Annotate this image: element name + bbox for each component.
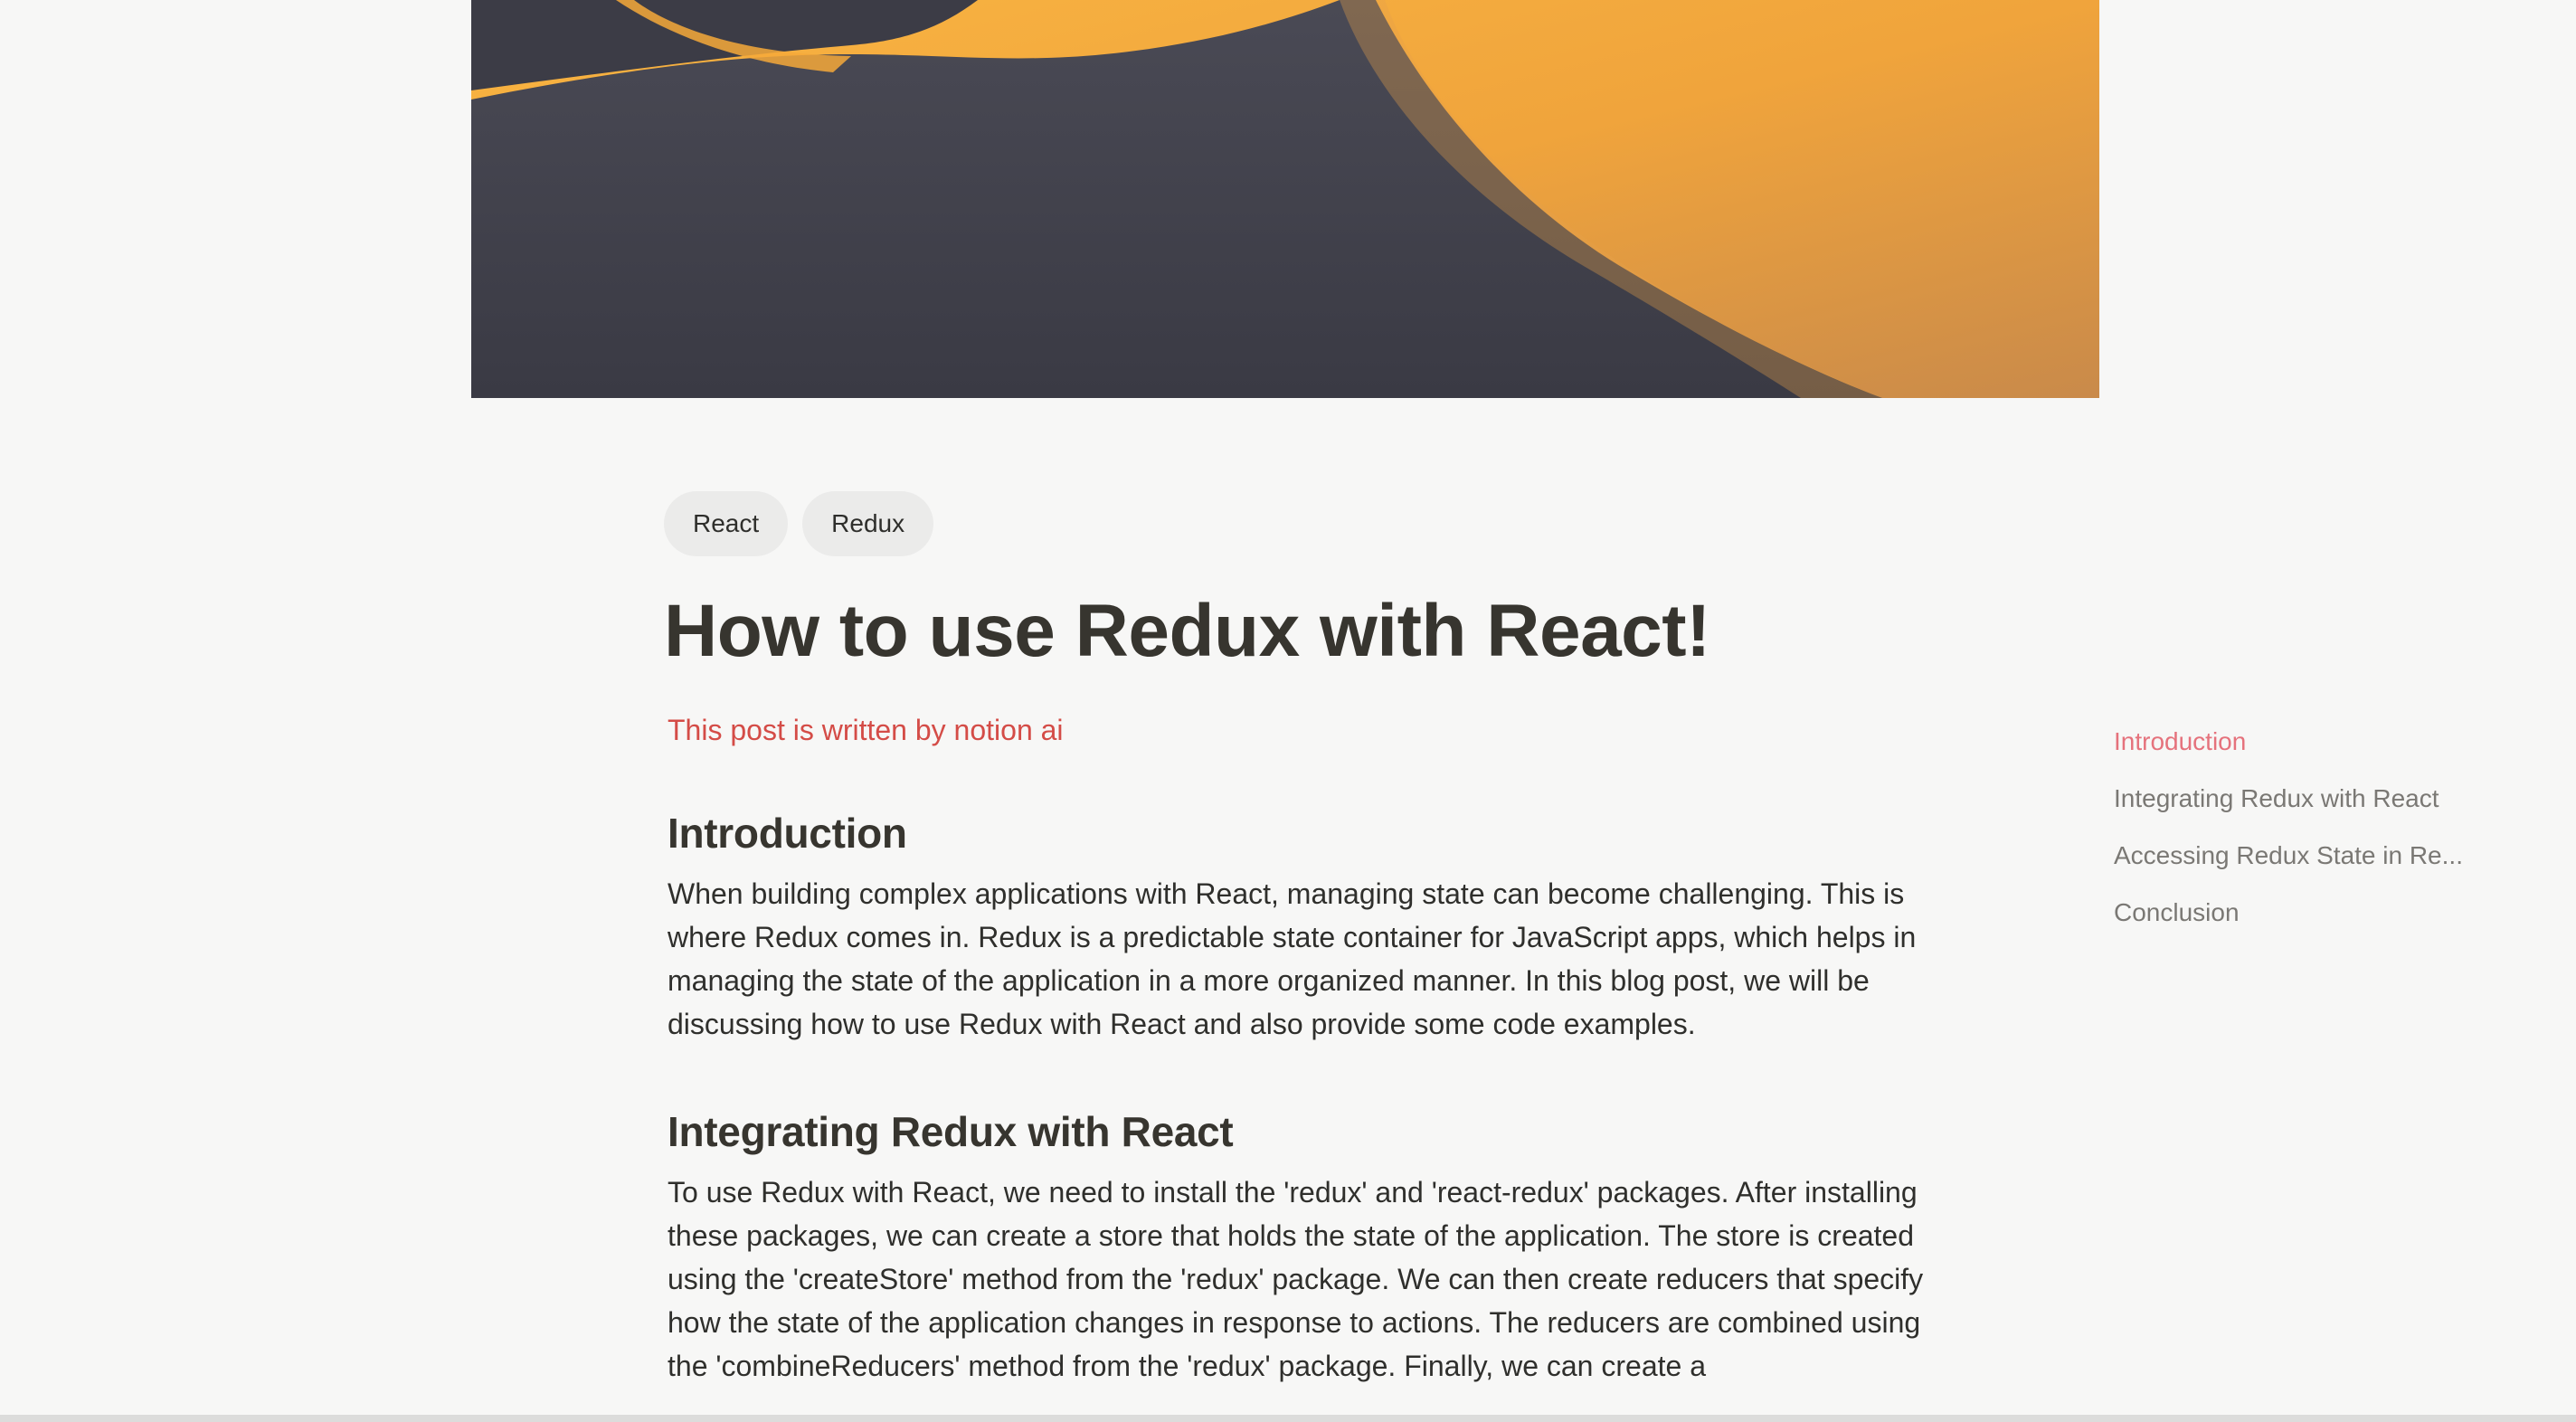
article-content: React Redux How to use Redux with React!… [664, 491, 1966, 1388]
cover-image [471, 0, 2099, 398]
tag-redux[interactable]: Redux [802, 491, 934, 556]
author-note: This post is written by notion ai [668, 714, 1064, 747]
toc-item-introduction[interactable]: Introduction [2114, 724, 2476, 781]
section-heading-introduction: Introduction [668, 810, 907, 858]
section-body-integrating: To use Redux with React, we need to inst… [668, 1176, 1924, 1383]
toc-item-accessing-state[interactable]: Accessing Redux State in Re... [2114, 838, 2476, 895]
horizontal-scrollbar[interactable] [0, 1415, 2576, 1422]
tag-react[interactable]: React [664, 491, 789, 556]
blog-post-page: React Redux How to use Redux with React!… [0, 0, 2576, 1422]
tag-list: React Redux [664, 491, 1966, 556]
toc-item-conclusion[interactable]: Conclusion [2114, 895, 2476, 952]
page-title: How to use Redux with React! [664, 590, 1710, 672]
section-heading-integrating: Integrating Redux with React [668, 1108, 1234, 1156]
toc-item-integrating-redux[interactable]: Integrating Redux with React [2114, 781, 2476, 838]
table-of-contents: Introduction Integrating Redux with Reac… [2114, 724, 2476, 952]
section-body-introduction: When building complex applications with … [668, 877, 1917, 1041]
desert-dunes-image [471, 0, 2099, 398]
